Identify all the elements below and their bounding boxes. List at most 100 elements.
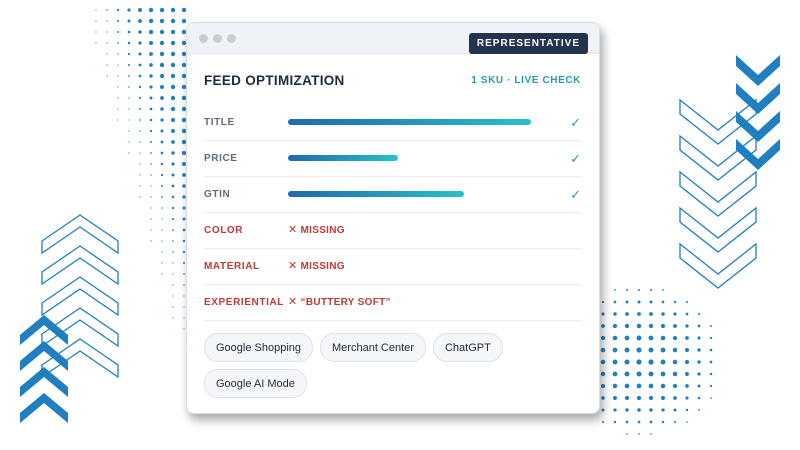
decor-dot bbox=[684, 359, 690, 365]
decor-dot bbox=[150, 163, 152, 165]
decor-dot bbox=[612, 383, 618, 389]
chevron-icon bbox=[679, 206, 757, 253]
decor-dot bbox=[149, 74, 153, 78]
decor-dot bbox=[172, 262, 174, 264]
decor-dot bbox=[161, 273, 163, 275]
decor-dot bbox=[149, 52, 153, 56]
decor-dot bbox=[612, 323, 618, 329]
decor-dot bbox=[172, 295, 174, 297]
decor-dot bbox=[170, 73, 176, 79]
decor-dot bbox=[159, 73, 165, 79]
decor-dot bbox=[600, 371, 606, 377]
decor-dot bbox=[161, 196, 163, 198]
decor-dot bbox=[160, 162, 164, 166]
decor-dot bbox=[601, 300, 605, 304]
decor-dot bbox=[171, 129, 175, 133]
decor-dot bbox=[149, 96, 153, 100]
chip-google-ai-mode[interactable]: Google AI Mode bbox=[204, 369, 307, 398]
decor-dot bbox=[650, 433, 652, 435]
decor-dot bbox=[636, 323, 642, 329]
completeness-bar-fill bbox=[288, 191, 465, 197]
issue-message-text: “BUTTERY SOFT” bbox=[300, 297, 391, 308]
decor-dot bbox=[117, 119, 119, 121]
decor-dot bbox=[624, 359, 630, 365]
decor-dot bbox=[662, 289, 664, 291]
channel-chip-list: Google Shopping Merchant Center ChatGPT … bbox=[204, 333, 504, 398]
decor-dot bbox=[183, 284, 185, 286]
decor-dot bbox=[612, 359, 618, 365]
decor-dot bbox=[95, 31, 97, 33]
chevron-icon bbox=[679, 242, 757, 289]
chevron-icon bbox=[736, 83, 780, 114]
chip-merchant-center[interactable]: Merchant Center bbox=[320, 333, 426, 362]
decor-dot bbox=[171, 162, 175, 166]
decor-dot bbox=[624, 335, 630, 341]
decor-dot bbox=[139, 174, 141, 176]
decor-dot bbox=[626, 289, 628, 291]
decor-dot bbox=[170, 18, 176, 24]
decor-dot bbox=[626, 433, 628, 435]
decor-dot bbox=[171, 140, 175, 144]
chip-chatgpt[interactable]: ChatGPT bbox=[432, 333, 503, 362]
check-icon: ✓ bbox=[570, 187, 581, 202]
decor-dot bbox=[661, 408, 665, 412]
decor-dot bbox=[128, 141, 130, 143]
decor-dot bbox=[636, 371, 642, 377]
decor-dot bbox=[149, 107, 153, 111]
decor-dot bbox=[170, 117, 176, 123]
window-dot-icon bbox=[227, 34, 236, 43]
decor-dot bbox=[661, 312, 665, 316]
decor-dot bbox=[637, 300, 641, 304]
issue-row-material: MATERIAL ✕ MISSING bbox=[204, 249, 581, 285]
decor-dot bbox=[637, 420, 641, 424]
decor-dot bbox=[128, 152, 130, 154]
decor-dot bbox=[685, 324, 689, 328]
decor-dot bbox=[661, 396, 665, 400]
decor-dot bbox=[138, 8, 142, 12]
decor-dot bbox=[160, 107, 164, 111]
decor-dot bbox=[171, 184, 175, 188]
decor-dot bbox=[181, 18, 187, 24]
decor-dot bbox=[128, 86, 130, 88]
decor-dot bbox=[117, 97, 119, 99]
decor-dot bbox=[139, 119, 141, 121]
window-dot-icon bbox=[199, 34, 208, 43]
decor-dot bbox=[613, 408, 617, 412]
decor-dot bbox=[149, 129, 153, 133]
decor-dot bbox=[161, 185, 163, 187]
decor-dot bbox=[139, 185, 141, 187]
decor-dot bbox=[139, 152, 141, 154]
check-icon: ✓ bbox=[570, 115, 581, 130]
decor-dot bbox=[148, 7, 154, 13]
decor-dot bbox=[624, 323, 630, 329]
decor-dot bbox=[624, 371, 630, 377]
decor-dot bbox=[106, 64, 108, 66]
decor-dot bbox=[150, 185, 152, 187]
attribute-row-price: PRICE ✓ bbox=[204, 141, 581, 177]
decor-dot bbox=[673, 408, 677, 412]
decor-dot bbox=[117, 42, 119, 44]
decor-dot bbox=[170, 29, 176, 35]
decor-dot bbox=[150, 229, 152, 231]
decor-dot bbox=[150, 174, 152, 176]
chip-google-shopping[interactable]: Google Shopping bbox=[204, 333, 314, 362]
decor-dot bbox=[649, 300, 653, 304]
issue-message: ✕ MISSING bbox=[288, 249, 345, 284]
decor-dot bbox=[612, 347, 618, 353]
decor-dot bbox=[139, 130, 141, 132]
issue-message: ✕ “BUTTERY SOFT” bbox=[288, 285, 391, 320]
representative-badge: REPRESENTATIVE bbox=[468, 33, 588, 54]
chevron-icon bbox=[679, 134, 757, 181]
decor-dot bbox=[672, 335, 678, 341]
decor-dot bbox=[139, 141, 141, 143]
decor-dot bbox=[710, 325, 712, 327]
decor-dot bbox=[181, 7, 187, 13]
decor-dot bbox=[160, 85, 164, 89]
decor-dot bbox=[161, 251, 163, 253]
decor-dot bbox=[625, 408, 629, 412]
chevron-icon bbox=[736, 55, 780, 86]
decor-dot bbox=[159, 51, 165, 57]
decor-dot bbox=[709, 372, 713, 376]
decor-dot bbox=[128, 130, 130, 132]
decor-dot bbox=[138, 41, 142, 45]
